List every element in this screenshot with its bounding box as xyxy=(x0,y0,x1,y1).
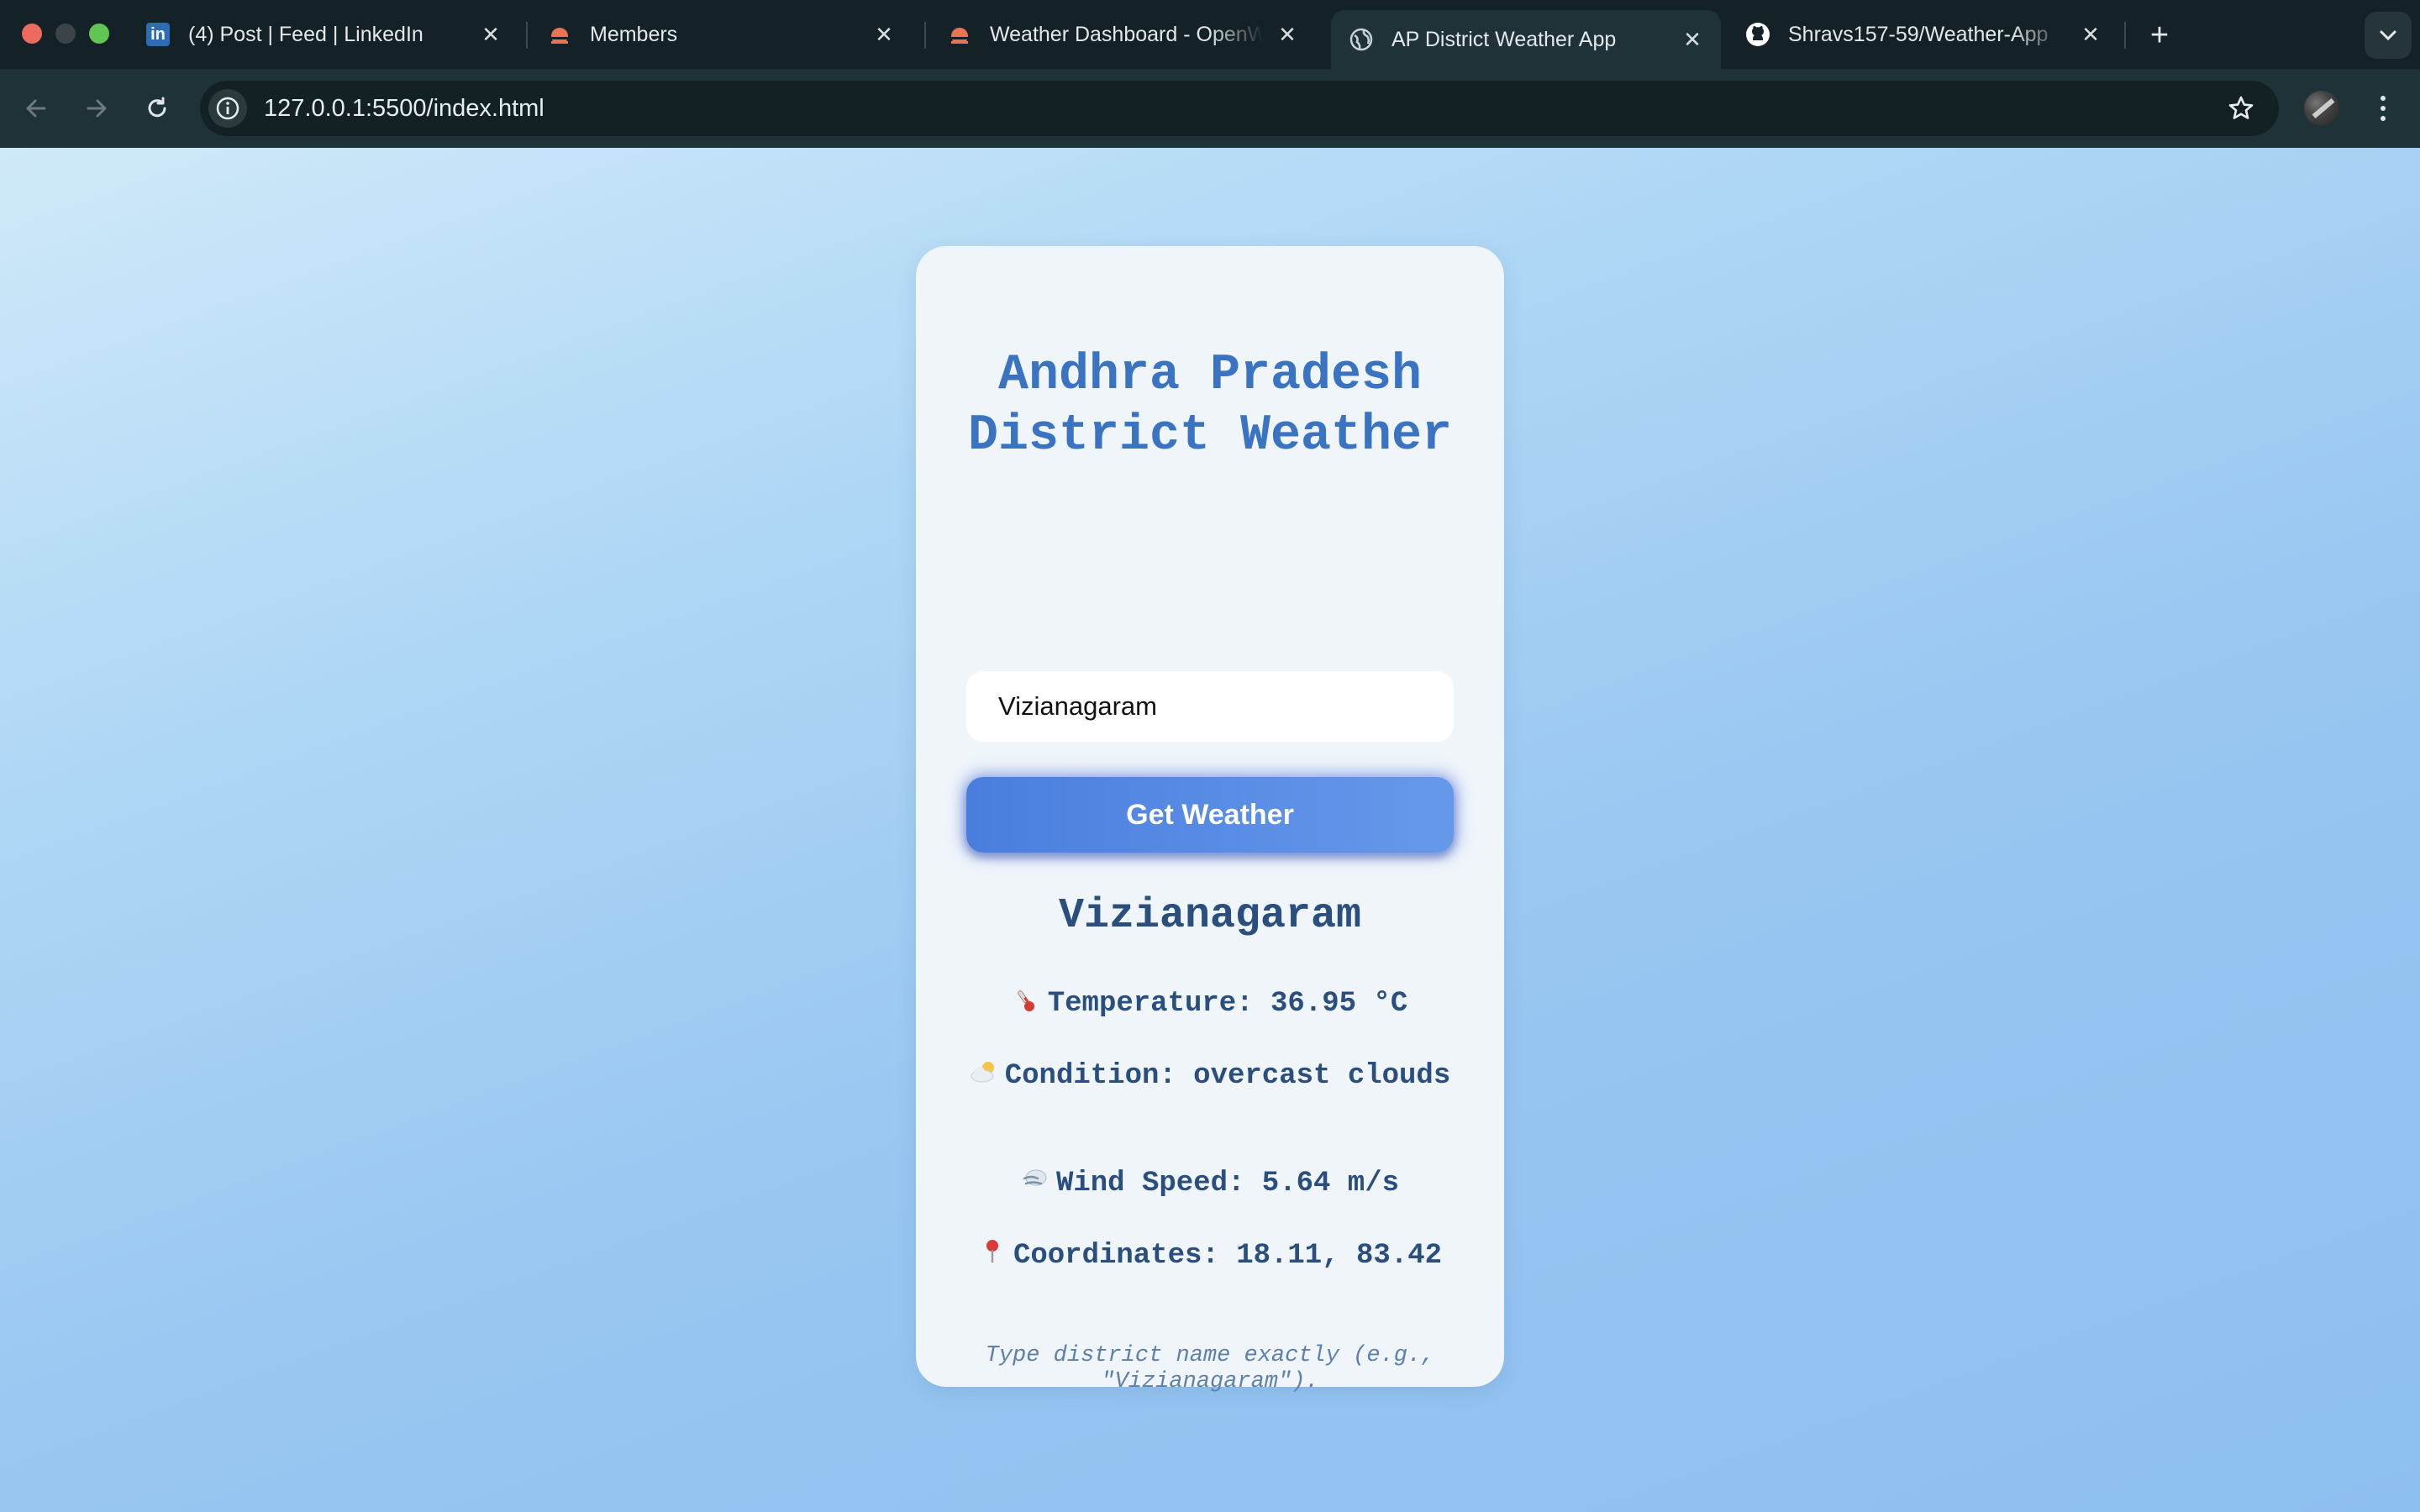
minimize-window-button[interactable] xyxy=(55,24,76,44)
pin-icon xyxy=(986,1240,998,1263)
wind-text: Wind Speed: 5.64 m/s xyxy=(1055,1168,1400,1200)
reload-icon xyxy=(148,97,166,118)
close-icon[interactable]: ✕ xyxy=(479,22,502,47)
tab-separator xyxy=(526,22,528,49)
browser-menu-button[interactable] xyxy=(2366,89,2400,128)
tab-separator xyxy=(924,22,926,49)
tab-linkedin[interactable]: in (4) Post | Feed | LinkedIn ✕ xyxy=(128,12,519,57)
forward-button[interactable] xyxy=(76,87,118,129)
close-icon[interactable]: ✕ xyxy=(2079,22,2102,47)
tab-label: Shravs157-59/Weather-App xyxy=(1788,22,2049,46)
new-tab-button[interactable]: + xyxy=(2139,15,2180,55)
close-icon[interactable]: ✕ xyxy=(1681,27,1704,52)
tab-label: Weather Dashboard - OpenWeather xyxy=(990,22,1264,46)
kebab-dot xyxy=(2381,96,2386,101)
get-weather-button[interactable]: Get Weather xyxy=(966,777,1454,853)
star-icon xyxy=(2228,96,2254,119)
info-icon xyxy=(216,97,239,120)
thermometer-icon xyxy=(1018,990,1034,1011)
weather-card: Andhra Pradesh District Weather Get Weat… xyxy=(916,246,1504,1394)
condition-text: Condition: overcast clouds xyxy=(1004,1060,1451,1092)
temperature-row: Temperature: 36.95 °C xyxy=(966,985,1454,1022)
close-window-button[interactable] xyxy=(22,24,42,44)
arrow-left-icon xyxy=(26,99,46,118)
address-bar[interactable]: 127.0.0.1:5500/index.html xyxy=(200,81,2279,136)
bookmark-button[interactable] xyxy=(2223,91,2259,126)
tab-separator xyxy=(2124,22,2126,49)
result-city-name: Vizianagaram xyxy=(1058,892,1362,940)
browser-toolbar: 127.0.0.1:5500/index.html xyxy=(0,69,2420,148)
browser-tab-bar: in (4) Post | Feed | LinkedIn ✕ Members … xyxy=(0,0,2420,69)
maximize-window-button[interactable] xyxy=(89,24,109,44)
github-icon xyxy=(1744,21,1771,48)
linkedin-icon: in xyxy=(145,21,171,48)
openweather-icon xyxy=(546,21,573,48)
temperature-text: Temperature: 36.95 °C xyxy=(1047,988,1408,1020)
condition-row: Condition: overcast clouds xyxy=(966,1058,1454,1095)
tab-label: AP District Weather App xyxy=(1392,27,1617,51)
wind-icon xyxy=(1023,1169,1047,1186)
page-viewport: Andhra Pradesh District Weather Get Weat… xyxy=(0,148,2420,1512)
coordinates-text: Coordinates: 18.11, 83.42 xyxy=(1013,1240,1443,1272)
wind-row: Wind Speed: 5.64 m/s xyxy=(966,1165,1454,1202)
globe-icon-svg xyxy=(1349,28,1373,51)
openweather-icon xyxy=(946,21,973,48)
reload-button[interactable] xyxy=(136,87,178,129)
kebab-dot xyxy=(2381,106,2386,111)
profile-avatar[interactable] xyxy=(2304,91,2339,126)
kebab-dot xyxy=(2381,116,2386,121)
tab-label: Members xyxy=(590,22,678,46)
close-icon[interactable]: ✕ xyxy=(872,22,896,47)
hint-text: Type district name exactly (e.g., "Vizia… xyxy=(985,1343,1435,1394)
tab-label: (4) Post | Feed | LinkedIn xyxy=(188,22,424,46)
tab-search-button[interactable] xyxy=(2365,12,2412,59)
url-text[interactable]: 127.0.0.1:5500/index.html xyxy=(264,81,544,136)
github-logo xyxy=(1746,23,1770,46)
arrow-right-icon xyxy=(87,99,107,118)
close-icon[interactable]: ✕ xyxy=(1276,22,1299,47)
chevron-down-icon xyxy=(2380,30,2396,41)
globe-icon xyxy=(1348,26,1375,53)
site-info-button[interactable] xyxy=(208,89,247,128)
linkedin-logo: in xyxy=(146,23,170,46)
tab-weather-dashboard[interactable]: Weather Dashboard - OpenWeather ✕ xyxy=(929,12,1316,57)
app-title: Andhra Pradesh District Weather xyxy=(967,347,1453,465)
tab-github-repo[interactable]: Shravs157-59/Weather-App ✕ xyxy=(1728,12,2119,57)
openweather-logo xyxy=(548,28,571,44)
openweather-logo xyxy=(948,28,971,44)
coordinates-row: Coordinates: 18.11, 83.42 xyxy=(966,1237,1454,1274)
back-button[interactable] xyxy=(15,87,57,129)
tab-members[interactable]: Members ✕ xyxy=(529,12,913,57)
district-input[interactable] xyxy=(966,671,1454,742)
tab-ap-district-weather[interactable]: AP District Weather App ✕ xyxy=(1331,10,1721,69)
cloud-sun-icon xyxy=(971,1062,994,1083)
